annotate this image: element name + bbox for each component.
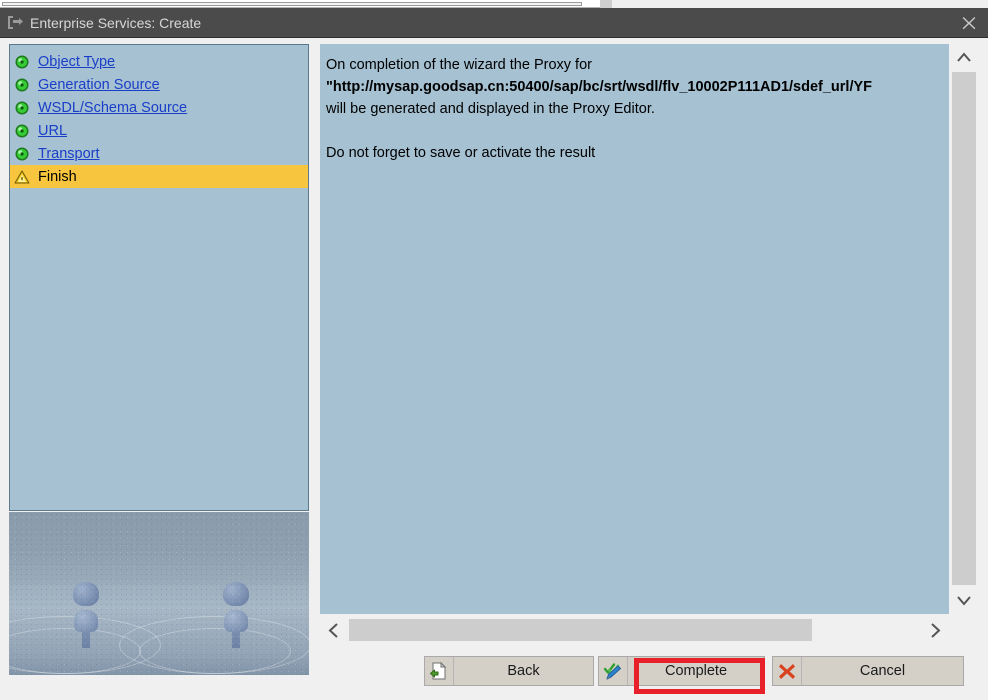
check-pencil-icon xyxy=(599,657,627,685)
sidebar-item-label: Generation Source xyxy=(38,76,160,93)
warning-triangle-icon xyxy=(14,169,30,185)
sidebar-item-label: WSDL/Schema Source xyxy=(38,99,188,116)
window-titlebar: Enterprise Services: Create xyxy=(0,8,988,38)
complete-button-label: Complete xyxy=(664,663,728,679)
red-x-icon xyxy=(773,657,801,685)
message-line-1: On completion of the wizard the Proxy fo… xyxy=(326,57,592,73)
complete-button[interactable]: Complete xyxy=(598,656,765,686)
green-completed-icon xyxy=(14,100,30,116)
close-icon[interactable] xyxy=(954,10,984,36)
dialog-body: Object Type Generation Source WSDL/Schem… xyxy=(0,39,988,700)
sidebar-item-label: Transport xyxy=(38,145,100,162)
green-completed-icon xyxy=(14,54,30,70)
green-completed-icon xyxy=(14,146,30,162)
page-back-icon xyxy=(425,657,453,685)
sidebar-item-transport[interactable]: Transport xyxy=(10,142,308,165)
decorative-graphic xyxy=(9,512,309,675)
window-title: Enterprise Services: Create xyxy=(30,15,202,31)
sidebar-item-label: URL xyxy=(38,122,68,139)
sidebar-item-object-type[interactable]: Object Type xyxy=(10,50,308,73)
sidebar-item-url[interactable]: URL xyxy=(10,119,308,142)
green-completed-icon xyxy=(14,123,30,139)
chevron-left-icon[interactable] xyxy=(320,616,348,645)
sidebar-item-label: Finish xyxy=(38,168,77,185)
vertical-scrollbar[interactable] xyxy=(949,44,979,614)
chevron-down-icon[interactable] xyxy=(949,586,979,614)
wizard-content-panel: On completion of the wizard the Proxy fo… xyxy=(320,44,949,614)
message-line-3: will be generated and displayed in the P… xyxy=(326,101,655,117)
pointer-bracket-icon xyxy=(7,15,24,30)
vertical-scrollbar-thumb[interactable] xyxy=(952,72,976,585)
cancel-button-label: Cancel xyxy=(859,663,906,679)
sidebar-item-label: Object Type xyxy=(38,53,116,70)
cancel-button[interactable]: Cancel xyxy=(772,656,964,686)
sidebar-item-wsdl-schema-source[interactable]: WSDL/Schema Source xyxy=(10,96,308,119)
message-line-4: Do not forget to save or activate the re… xyxy=(326,145,596,161)
horizontal-scrollbar[interactable] xyxy=(320,616,949,645)
horizontal-scrollbar-thumb[interactable] xyxy=(349,619,812,641)
current-step-highlight xyxy=(36,165,308,188)
background-window-edge xyxy=(0,0,612,8)
sidebar-item-finish[interactable]: Finish xyxy=(10,165,308,188)
dialog-footer: Back Complete Cancel xyxy=(0,656,988,700)
green-completed-icon xyxy=(14,77,30,93)
proxy-url: "http://mysap.goodsap.cn:50400/sap/bc/sr… xyxy=(326,79,873,95)
background-window-inner-edge xyxy=(2,2,582,6)
back-button[interactable]: Back xyxy=(424,656,594,686)
back-button-label: Back xyxy=(507,663,540,679)
wizard-step-list: Object Type Generation Source WSDL/Schem… xyxy=(9,44,309,511)
completion-message: On completion of the wizard the Proxy fo… xyxy=(326,54,944,164)
sidebar-item-generation-source[interactable]: Generation Source xyxy=(10,73,308,96)
deco-texture xyxy=(9,512,309,675)
background-window-tab xyxy=(600,0,612,8)
chevron-right-icon[interactable] xyxy=(921,616,949,645)
chevron-up-icon[interactable] xyxy=(949,44,979,72)
